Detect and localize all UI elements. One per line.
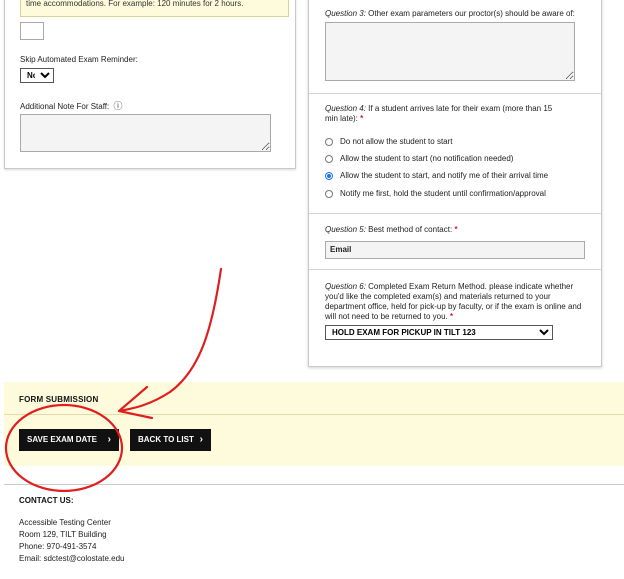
right-form-panel: Question 3: Other exam parameters our pr… xyxy=(308,0,602,367)
divider xyxy=(309,93,601,94)
divider xyxy=(309,213,601,214)
save-exam-date-button[interactable]: SAVE EXAM DATE › xyxy=(19,429,119,451)
return-method-select[interactable]: HOLD EXAM FOR PICKUP IN TILT 123 xyxy=(325,325,553,340)
radio-button[interactable] xyxy=(325,138,333,146)
back-to-list-button[interactable]: BACK TO LIST › xyxy=(130,429,211,451)
required-asterisk: * xyxy=(360,114,364,123)
radio-button[interactable] xyxy=(325,155,333,163)
question-3-prefix: Question 3: xyxy=(325,9,366,18)
question-5-label: Question 5: Best method of contact: * xyxy=(325,225,587,235)
required-asterisk: * xyxy=(449,312,454,321)
contact-line: Email: sdctest@colostate.edu xyxy=(19,554,125,563)
radio-button-selected[interactable] xyxy=(325,172,333,180)
q4-option-label: Allow the student to start, and notify m… xyxy=(340,171,549,180)
help-circle-icon[interactable]: ⓘ xyxy=(113,101,122,111)
additional-note-textarea[interactable] xyxy=(20,114,271,152)
q4-option-label: Notify me first, hold the student until … xyxy=(340,189,546,198)
question-4-label: Question 4: If a student arrives late fo… xyxy=(325,104,565,124)
question-3-text: Other exam parameters our proctor(s) sho… xyxy=(365,9,575,18)
contact-line: Accessible Testing Center xyxy=(19,518,111,527)
additional-note-label: Additional Note For Staff: ⓘ xyxy=(20,99,122,112)
q4-option-label: Allow the student to start (no notificat… xyxy=(340,154,514,163)
left-form-panel: time accommodations. For example: 120 mi… xyxy=(4,0,296,169)
contact-line: Room 129, TILT Building xyxy=(19,530,107,539)
question-3-textarea[interactable] xyxy=(325,22,575,81)
contact-method-input[interactable]: Email xyxy=(325,241,585,259)
contact-line: Phone: 970-491-3574 xyxy=(19,542,97,551)
time-accommodation-note: time accommodations. For example: 120 mi… xyxy=(20,0,289,17)
chevron-right-icon: › xyxy=(199,434,203,445)
chevron-right-icon: › xyxy=(107,434,111,445)
question-3-label: Question 3: Other exam parameters our pr… xyxy=(325,9,587,19)
skip-reminder-select[interactable]: No xyxy=(20,68,54,83)
time-input-box[interactable] xyxy=(20,22,44,40)
back-to-list-label: BACK TO LIST xyxy=(138,435,194,444)
question-5-prefix: Question 5: xyxy=(325,225,366,234)
skip-reminder-label: Skip Automated Exam Reminder: xyxy=(20,55,138,64)
question-4-prefix: Question 4: xyxy=(325,104,366,113)
question-5-text: Best method of contact: xyxy=(365,225,453,234)
contact-title: CONTACT US: xyxy=(19,496,74,505)
contact-section: CONTACT US: Accessible Testing Center Ro… xyxy=(4,484,624,579)
q4-option-label: Do not allow the student to start xyxy=(340,137,453,146)
form-submission-title: FORM SUBMISSION xyxy=(19,395,99,404)
form-submission-section: FORM SUBMISSION SAVE EXAM DATE › BACK TO… xyxy=(4,382,624,466)
save-exam-date-label: SAVE EXAM DATE xyxy=(27,435,97,444)
divider xyxy=(4,414,624,415)
question-6-prefix: Question 6: xyxy=(325,282,366,291)
additional-note-label-text: Additional Note For Staff: xyxy=(20,102,110,111)
divider xyxy=(309,269,601,270)
radio-button[interactable] xyxy=(325,190,333,198)
question-6-label: Question 6: Completed Exam Return Method… xyxy=(325,282,587,322)
required-asterisk: * xyxy=(454,225,458,234)
